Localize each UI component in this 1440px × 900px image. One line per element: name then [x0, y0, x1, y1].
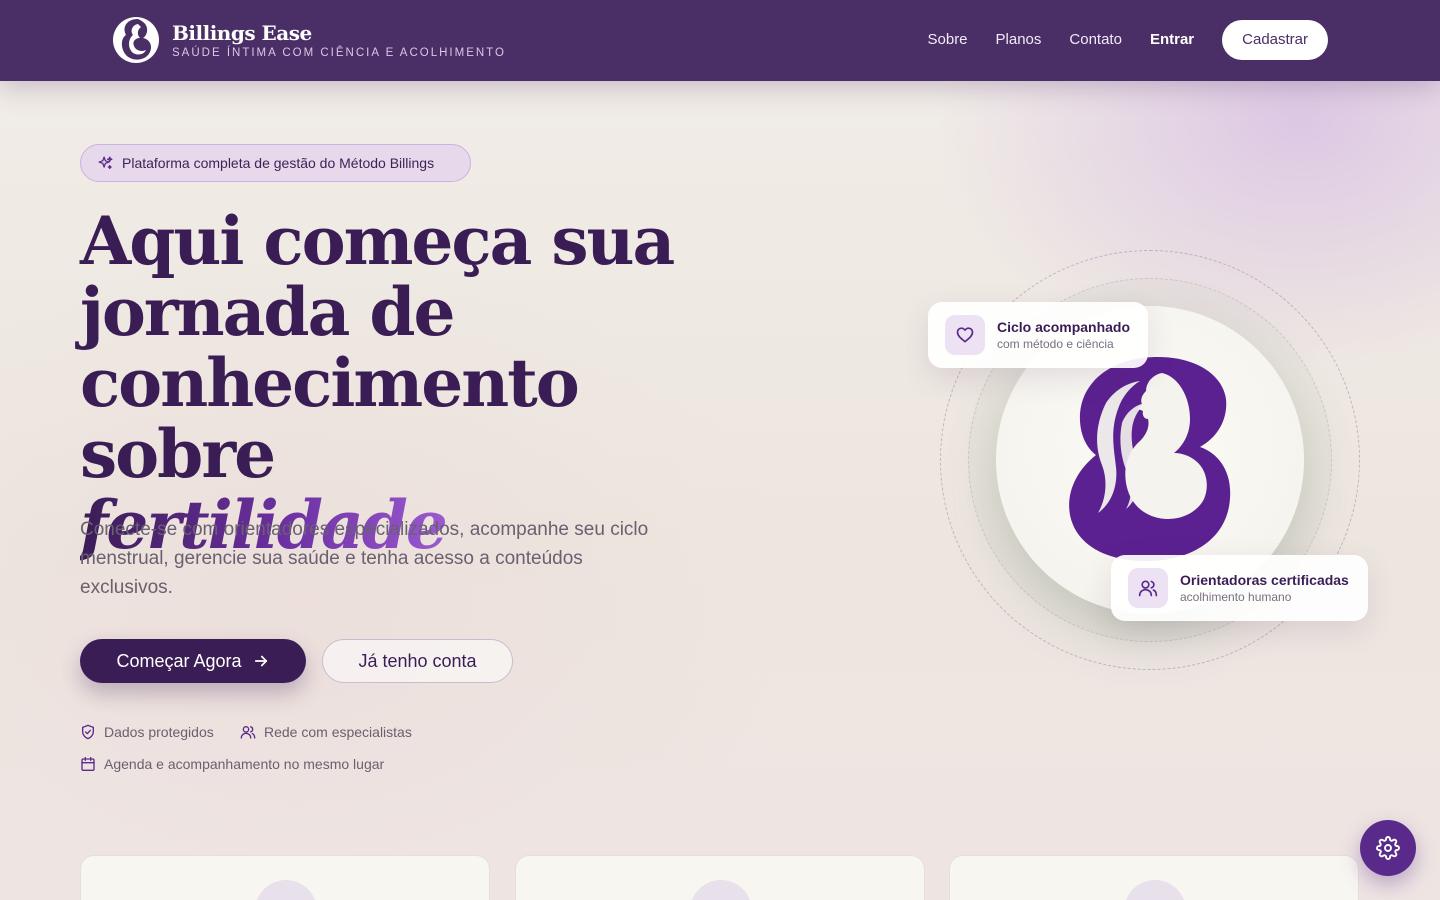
arrow-right-icon — [252, 652, 270, 670]
shield-check-icon — [80, 724, 96, 740]
brand-name: Billings Ease — [172, 20, 312, 45]
feature-specialists: Rede com especialistas — [240, 724, 412, 740]
hero-title-line2: jornada de — [80, 273, 455, 351]
hero-subtitle: Conecte-se com orientadores especializad… — [80, 519, 649, 598]
heart-icon — [945, 315, 985, 355]
feature-card-1[interactable] — [80, 855, 490, 900]
cycle-card-subtitle: com método e ciência — [997, 337, 1114, 351]
nav-link-contact[interactable]: Contato — [1069, 20, 1122, 60]
badge-text: Plataforma completa de gestão do Método … — [122, 155, 435, 171]
top-navbar: Billings Ease SAÚDE ÍNTIMA COM CIÊNCIA E… — [0, 0, 1440, 81]
signup-button[interactable]: Cadastrar — [1222, 20, 1328, 60]
hero-title-line1: Aqui começa sua — [80, 202, 675, 280]
advisors-card-title: Orientadoras certificadas — [1180, 572, 1349, 588]
feature-agenda: Agenda e acompanhamento no mesmo lugar — [80, 756, 384, 772]
start-now-label: Começar Agora — [116, 650, 242, 671]
feature-card-2-icon — [690, 880, 752, 900]
platform-badge: Plataforma completa de gestão do Método … — [80, 144, 471, 182]
feature-card-1-icon — [255, 880, 317, 900]
sparkles-icon — [97, 155, 114, 172]
login-link[interactable]: Entrar — [1150, 20, 1194, 60]
cycle-card: Ciclo acompanhado com método e ciência — [928, 302, 1148, 368]
have-account-button[interactable]: Já tenho conta — [322, 639, 513, 683]
settings-fab[interactable] — [1360, 820, 1416, 876]
users-icon — [1128, 568, 1168, 608]
calendar-icon — [80, 756, 96, 772]
brand[interactable]: Billings Ease SAÚDE ÍNTIMA COM CIÊNCIA E… — [112, 10, 506, 70]
billings-logo-icon — [1066, 353, 1236, 563]
advisors-card-subtitle: acolhimento humano — [1180, 590, 1292, 604]
feature-specialists-label: Rede com especialistas — [264, 724, 412, 740]
feature-data-protected-label: Dados protegidos — [104, 724, 214, 740]
feature-card-3-icon — [1124, 880, 1186, 900]
nav-link-about[interactable]: Sobre — [928, 20, 968, 60]
users-icon — [240, 724, 256, 740]
hero-title: Aqui começa sua jornada de conhecimento … — [80, 206, 780, 561]
brand-tagline: SAÚDE ÍNTIMA COM CIÊNCIA E ACOLHIMENTO — [172, 46, 506, 59]
start-now-button[interactable]: Começar Agora — [80, 639, 306, 683]
nav-link-plans[interactable]: Planos — [996, 20, 1042, 60]
advisors-card: Orientadoras certificadas acolhimento hu… — [1111, 555, 1368, 621]
feature-data-protected: Dados protegidos — [80, 724, 214, 740]
gear-icon — [1376, 836, 1400, 860]
main-nav: Sobre Planos Contato Entrar Cadastrar — [928, 20, 1328, 60]
feature-agenda-label: Agenda e acompanhamento no mesmo lugar — [104, 756, 385, 772]
cycle-card-title: Ciclo acompanhado — [997, 319, 1131, 335]
hero-title-line3: conhecimento sobre — [80, 344, 580, 493]
feature-card-2[interactable] — [515, 855, 925, 900]
brand-logo-icon — [112, 10, 160, 70]
feature-card-3[interactable] — [949, 855, 1359, 900]
